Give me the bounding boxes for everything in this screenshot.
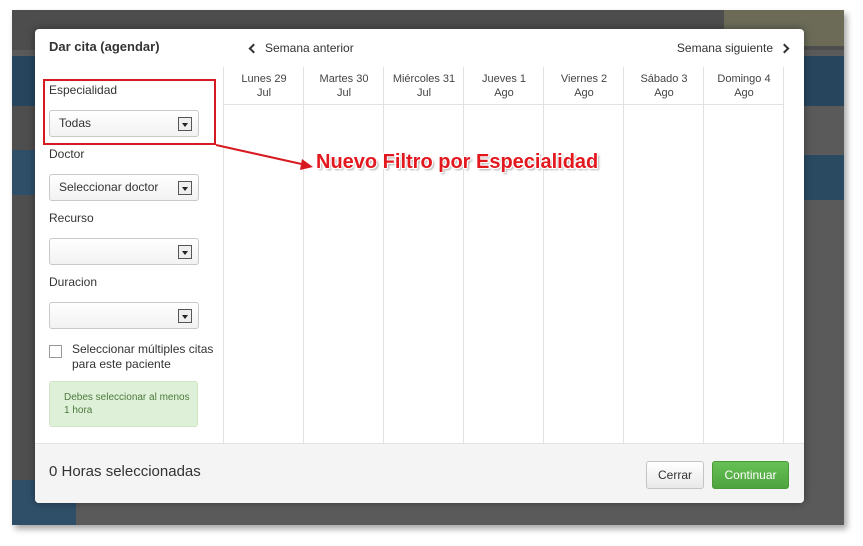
day-header: Domingo 4 Ago [704,67,784,105]
background-right-block [802,155,844,200]
multiple-appointments-checkbox[interactable] [49,345,62,358]
day-name: Lunes 29 [241,73,287,85]
day-header: Jueves 1 Ago [464,67,544,105]
day-month: Jul [256,87,272,99]
chevron-left-icon [248,43,259,53]
chevron-right-icon [779,43,790,53]
modal-title: Dar cita (agendar) [49,39,160,54]
resource-label: Recurso [49,211,94,225]
screenshot-stage: Dar cita (agendar) Semana anterior Seman… [0,0,863,546]
day-month: Ago [654,87,674,99]
hours-selected-count: 0 Horas seleccionadas [49,463,201,480]
previous-week-label: Semana anterior [265,41,354,55]
modal-footer: 0 Horas seleccionadas Cerrar Continuar [35,443,804,503]
doctor-select-value: Seleccionar doctor [59,180,159,194]
day-column[interactable]: Sábado 3 Ago [624,67,704,443]
day-column[interactable]: Miércoles 31 Jul [384,67,464,443]
day-name: Martes 30 [319,73,369,85]
next-week-label: Semana siguiente [676,41,773,55]
day-header: Viernes 2 Ago [544,67,624,105]
day-header: Lunes 29 Jul [224,67,304,105]
day-column[interactable]: Jueves 1 Ago [464,67,544,443]
multiple-appointments-label: Seleccionar múltiples citas para este pa… [72,342,214,371]
dropdown-arrow-icon [178,181,192,195]
next-week-link[interactable]: Semana siguiente [676,41,790,55]
doctor-label: Doctor [49,147,85,161]
day-month: Ago [574,87,594,99]
day-month: Ago [494,87,514,99]
day-name: Viernes 2 [560,73,608,85]
day-column[interactable]: Viernes 2 Ago [544,67,624,443]
continue-button[interactable]: Continuar [712,461,789,489]
day-header: Martes 30 Jul [304,67,384,105]
dropdown-arrow-icon [178,245,192,259]
resource-select[interactable] [49,238,199,265]
day-column[interactable]: Martes 30 Jul [304,67,384,443]
day-name: Domingo 4 [717,73,771,85]
day-month: Jul [336,87,352,99]
day-month: Ago [734,87,754,99]
duration-label: Duracion [49,275,98,289]
week-calendar: Lunes 29 Jul Martes 30 Jul Miércoles 31 Jul Ju… [223,67,804,443]
duration-select[interactable] [49,302,199,329]
close-button[interactable]: Cerrar [646,461,704,489]
day-name: Jueves 1 [481,73,527,85]
selection-hint: Debes seleccionar al menos 1 hora [49,381,198,427]
day-name: Sábado 3 [640,73,688,85]
day-header: Sábado 3 Ago [624,67,704,105]
day-header: Miércoles 31 Jul [384,67,464,105]
day-column[interactable]: Lunes 29 Jul [224,67,304,443]
day-month: Jul [416,87,432,99]
annotation-highlight-box [43,79,216,145]
doctor-select[interactable]: Seleccionar doctor [49,174,199,201]
previous-week-link[interactable]: Semana anterior [248,41,354,55]
day-column[interactable]: Domingo 4 Ago [704,67,784,443]
day-name: Miércoles 31 [392,73,456,85]
annotation-text: Nuevo Filtro por Especialidad [316,151,599,173]
dropdown-arrow-icon [178,309,192,323]
